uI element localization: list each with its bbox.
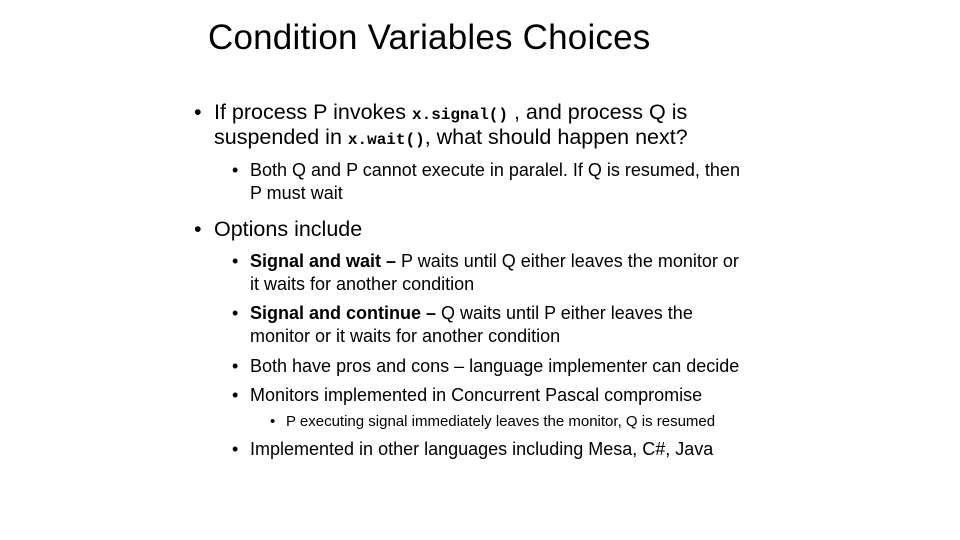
code-signal: x.signal() bbox=[411, 106, 508, 124]
bullet-text: Options include bbox=[214, 217, 363, 241]
bullet-glyph: • bbox=[232, 385, 239, 405]
sub-bullet-text: Implemented in other languages including… bbox=[250, 439, 714, 459]
bullet-glyph: • bbox=[232, 303, 239, 323]
bullet-glyph: • bbox=[232, 356, 239, 376]
bullet-glyph: • bbox=[232, 160, 239, 180]
sub-bullet-line2: P must wait bbox=[250, 183, 343, 203]
bullet-glyph: • bbox=[232, 251, 239, 271]
bullet-glyph: • bbox=[194, 217, 202, 241]
bullet-text-line2: suspended in x.wait(), what should happe… bbox=[214, 125, 688, 149]
slide-body: • If process P invokes x.signal() , and … bbox=[0, 0, 960, 540]
sub-bullet-line1: Both Q and P cannot execute in paralel. … bbox=[250, 160, 740, 180]
bullet-glyph: • bbox=[232, 439, 239, 459]
bullet-glyph: • bbox=[270, 413, 276, 430]
code-wait: x.wait() bbox=[347, 131, 425, 149]
sub-bullet-line2: it waits for another condition bbox=[250, 274, 475, 294]
sub-bullet-line2: monitor or it waits for another conditio… bbox=[250, 326, 561, 346]
sub-bullet-text: Both have pros and cons – language imple… bbox=[250, 356, 740, 376]
bullet-text-line1: If process P invokes x.signal() , and pr… bbox=[214, 100, 688, 124]
sub-bullet-line1: Signal and wait – P waits until Q either… bbox=[250, 251, 739, 271]
sub-bullet-text: Monitors implemented in Concurrent Pasca… bbox=[250, 385, 703, 405]
sub-bullet-line1: Signal and continue – Q waits until P ei… bbox=[250, 303, 693, 323]
bullet-glyph: • bbox=[194, 100, 202, 124]
sub-sub-bullet-text: P executing signal immediately leaves th… bbox=[286, 413, 716, 430]
